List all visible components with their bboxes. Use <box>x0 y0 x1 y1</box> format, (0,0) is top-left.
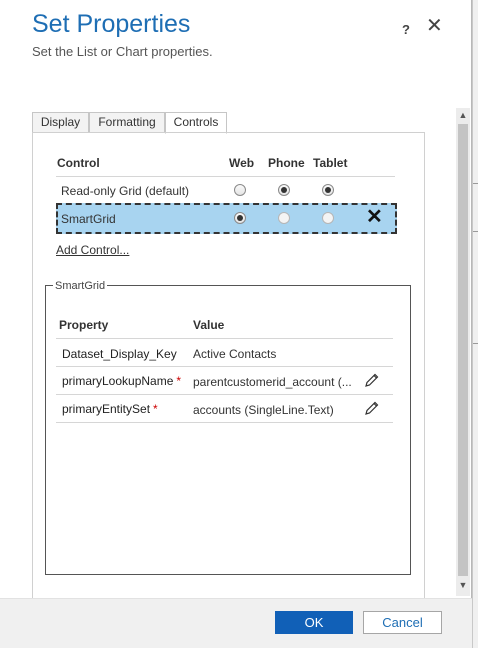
set-properties-dialog: Set Properties Set the List or Chart pro… <box>0 0 472 648</box>
tab-controls[interactable]: Controls <box>165 112 227 134</box>
background-line <box>473 343 478 344</box>
close-button[interactable]: ✕ <box>426 16 443 36</box>
cancel-button[interactable]: Cancel <box>363 611 442 634</box>
property-row-divider <box>56 366 393 367</box>
property-value-primary-lookup-name: parentcustomerid_account (... <box>193 375 352 389</box>
ok-button[interactable]: OK <box>275 611 353 634</box>
dialog-title: Set Properties <box>32 10 191 38</box>
property-column-header: Property <box>59 318 109 332</box>
smartgrid-tablet-radio[interactable] <box>322 212 334 224</box>
property-name-primary-entity-set: primaryEntitySet * <box>62 402 158 416</box>
help-button[interactable]: ? <box>402 22 410 37</box>
add-control-link[interactable]: Add Control... <box>56 243 129 257</box>
phone-column-header: Phone <box>268 156 305 170</box>
background-page-edge <box>472 0 478 648</box>
scroll-down-icon[interactable]: ▼ <box>456 578 470 592</box>
required-marker: * <box>153 402 158 416</box>
tablet-column-header: Tablet <box>313 156 348 170</box>
property-name-primary-lookup-name: primaryLookupName * <box>62 374 182 388</box>
background-line <box>473 231 478 232</box>
smartgrid-web-radio[interactable] <box>234 212 246 224</box>
remove-control-close-icon[interactable]: ✕ <box>366 207 383 227</box>
readonly-grid-web-radio[interactable] <box>234 184 246 196</box>
control-name-smartgrid: SmartGrid <box>61 212 116 226</box>
control-name-readonly-grid: Read-only Grid (default) <box>61 184 190 198</box>
readonly-grid-tablet-radio[interactable] <box>322 184 334 196</box>
property-row-divider <box>56 422 393 423</box>
scroll-up-icon[interactable]: ▲ <box>456 108 470 122</box>
value-column-header: Value <box>193 318 225 332</box>
smartgrid-phone-radio[interactable] <box>278 212 290 224</box>
tab-display[interactable]: Display <box>32 112 89 133</box>
tab-formatting[interactable]: Formatting <box>89 112 165 133</box>
web-column-header: Web <box>229 156 255 170</box>
header-divider <box>56 176 395 177</box>
background-line <box>473 183 478 184</box>
property-value-primary-entity-set: accounts (SingleLine.Text) <box>193 403 334 417</box>
readonly-grid-phone-radio[interactable] <box>278 184 290 196</box>
pencil-icon[interactable] <box>364 400 380 416</box>
pencil-icon[interactable] <box>364 372 380 388</box>
property-value-dataset-display-key: Active Contacts <box>193 347 277 361</box>
scrollbar-thumb[interactable] <box>458 124 468 576</box>
property-row-divider <box>56 394 393 395</box>
vertical-scrollbar[interactable]: ▲ ▼ <box>456 108 470 596</box>
smartgrid-legend: SmartGrid <box>53 280 108 292</box>
property-name-dataset-display-key: Dataset_Display_Key <box>62 347 177 361</box>
control-column-header: Control <box>57 156 100 170</box>
property-header-divider <box>56 338 393 339</box>
dialog-subtitle: Set the List or Chart properties. <box>32 44 213 59</box>
required-marker: * <box>176 374 182 388</box>
